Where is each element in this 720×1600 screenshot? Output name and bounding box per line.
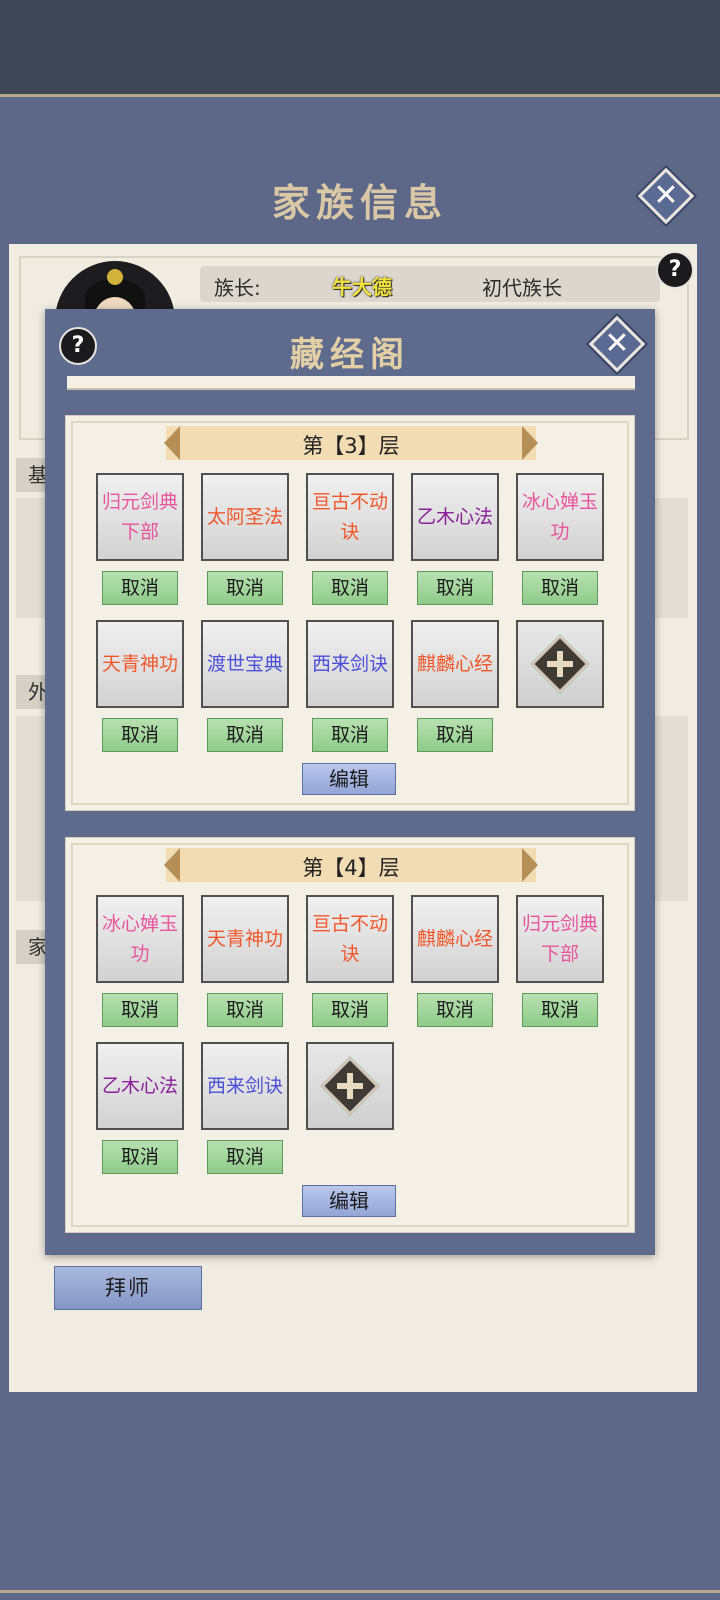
help-icon[interactable]: ? — [656, 251, 694, 289]
leader-name: 牛大德 — [332, 275, 392, 299]
book-slot[interactable]: 乙木心法 — [411, 473, 499, 561]
cancel-button[interactable]: 取消 — [102, 571, 178, 605]
add-book-slot[interactable] — [516, 620, 604, 708]
book-name: 西来剑诀 — [206, 1075, 283, 1097]
book-name: 麒麟心经 — [416, 653, 493, 675]
top-divider — [0, 94, 720, 97]
add-icon — [530, 634, 590, 694]
library-title: 藏经阁 — [290, 335, 410, 375]
book-slot[interactable]: 乙木心法 — [96, 1042, 184, 1130]
cancel-button[interactable]: 取消 — [312, 718, 388, 752]
family-info-title: 家族信息 — [271, 180, 448, 225]
floor-label: 第【3】层 — [302, 434, 400, 458]
cancel-button[interactable]: 取消 — [417, 993, 493, 1027]
library-dialog: ? 藏经阁 ✕ 第【3】层 归元剑典下部 太阿圣法 亘古不动诀 乙木心法 冰心婵… — [45, 309, 655, 1255]
edit-button[interactable]: 编辑 — [302, 763, 396, 795]
cancel-button[interactable]: 取消 — [312, 571, 388, 605]
book-name: 归元剑典下部 — [101, 491, 178, 543]
book-name: 天青神功 — [206, 928, 283, 950]
cancel-button[interactable]: 取消 — [207, 718, 283, 752]
book-slot[interactable]: 天青神功 — [96, 620, 184, 708]
previous-floor-edge — [67, 376, 635, 390]
floor-header: 第【4】层 — [164, 848, 538, 882]
edit-button[interactable]: 编辑 — [302, 1185, 396, 1217]
book-slot[interactable]: 天青神功 — [201, 895, 289, 983]
book-slot[interactable]: 麒麟心经 — [411, 620, 499, 708]
add-book-slot[interactable] — [306, 1042, 394, 1130]
book-slot[interactable]: 亘古不动诀 — [306, 473, 394, 561]
floor-header: 第【3】层 — [164, 426, 538, 460]
add-icon — [320, 1056, 380, 1116]
leader-row: 族长: 牛大德 初代族长 — [200, 266, 660, 302]
top-status-bar — [0, 0, 720, 95]
family-close-button[interactable]: ✕ — [637, 167, 695, 225]
cancel-button[interactable]: 取消 — [207, 571, 283, 605]
book-slot[interactable]: 冰心婵玉功 — [516, 473, 604, 561]
book-name: 乙木心法 — [101, 1075, 178, 1097]
cancel-button[interactable]: 取消 — [207, 993, 283, 1027]
cancel-button[interactable]: 取消 — [102, 718, 178, 752]
book-name: 亘古不动诀 — [311, 913, 388, 965]
book-slot[interactable]: 渡世宝典 — [201, 620, 289, 708]
book-slot[interactable]: 西来剑诀 — [201, 1042, 289, 1130]
book-name: 天青神功 — [101, 653, 178, 675]
book-name: 亘古不动诀 — [311, 491, 388, 543]
close-icon: ✕ — [653, 178, 679, 213]
book-name: 西来剑诀 — [311, 653, 388, 675]
cancel-button[interactable]: 取消 — [102, 993, 178, 1027]
cancel-button[interactable]: 取消 — [102, 1140, 178, 1174]
bottom-divider — [0, 1590, 720, 1593]
floor-panel-3: 第【3】层 归元剑典下部 太阿圣法 亘古不动诀 乙木心法 冰心婵玉功 取消 取消… — [65, 415, 635, 811]
library-help-icon[interactable]: ? — [59, 327, 97, 365]
book-name: 乙木心法 — [416, 506, 493, 528]
book-slot[interactable]: 太阿圣法 — [201, 473, 289, 561]
cancel-button[interactable]: 取消 — [522, 993, 598, 1027]
book-slot[interactable]: 亘古不动诀 — [306, 895, 394, 983]
book-name: 归元剑典下部 — [521, 913, 598, 965]
floor-panel-4: 第【4】层 冰心婵玉功 天青神功 亘古不动诀 麒麟心经 归元剑典下部 取消 取消… — [65, 837, 635, 1233]
book-slot[interactable]: 冰心婵玉功 — [96, 895, 184, 983]
leader-title: 初代族长 — [482, 276, 562, 300]
floor-label: 第【4】层 — [302, 856, 400, 880]
cancel-button[interactable]: 取消 — [207, 1140, 283, 1174]
cancel-button[interactable]: 取消 — [417, 571, 493, 605]
book-slot[interactable]: 归元剑典下部 — [516, 895, 604, 983]
book-name: 太阿圣法 — [206, 506, 283, 528]
cancel-button[interactable]: 取消 — [312, 993, 388, 1027]
leader-label: 族长: — [214, 276, 261, 300]
library-close-button[interactable]: ✕ — [588, 315, 646, 373]
book-name: 麒麟心经 — [416, 928, 493, 950]
book-slot[interactable]: 麒麟心经 — [411, 895, 499, 983]
book-slot[interactable]: 归元剑典下部 — [96, 473, 184, 561]
book-name: 冰心婵玉功 — [521, 491, 598, 543]
cancel-button[interactable]: 取消 — [417, 718, 493, 752]
close-icon: ✕ — [604, 326, 630, 361]
apprentice-button[interactable]: 拜师 — [54, 1266, 202, 1310]
cancel-button[interactable]: 取消 — [522, 571, 598, 605]
book-name: 渡世宝典 — [206, 653, 283, 675]
avatar-hair-ornament — [107, 269, 123, 285]
book-name: 冰心婵玉功 — [101, 913, 178, 965]
book-slot[interactable]: 西来剑诀 — [306, 620, 394, 708]
